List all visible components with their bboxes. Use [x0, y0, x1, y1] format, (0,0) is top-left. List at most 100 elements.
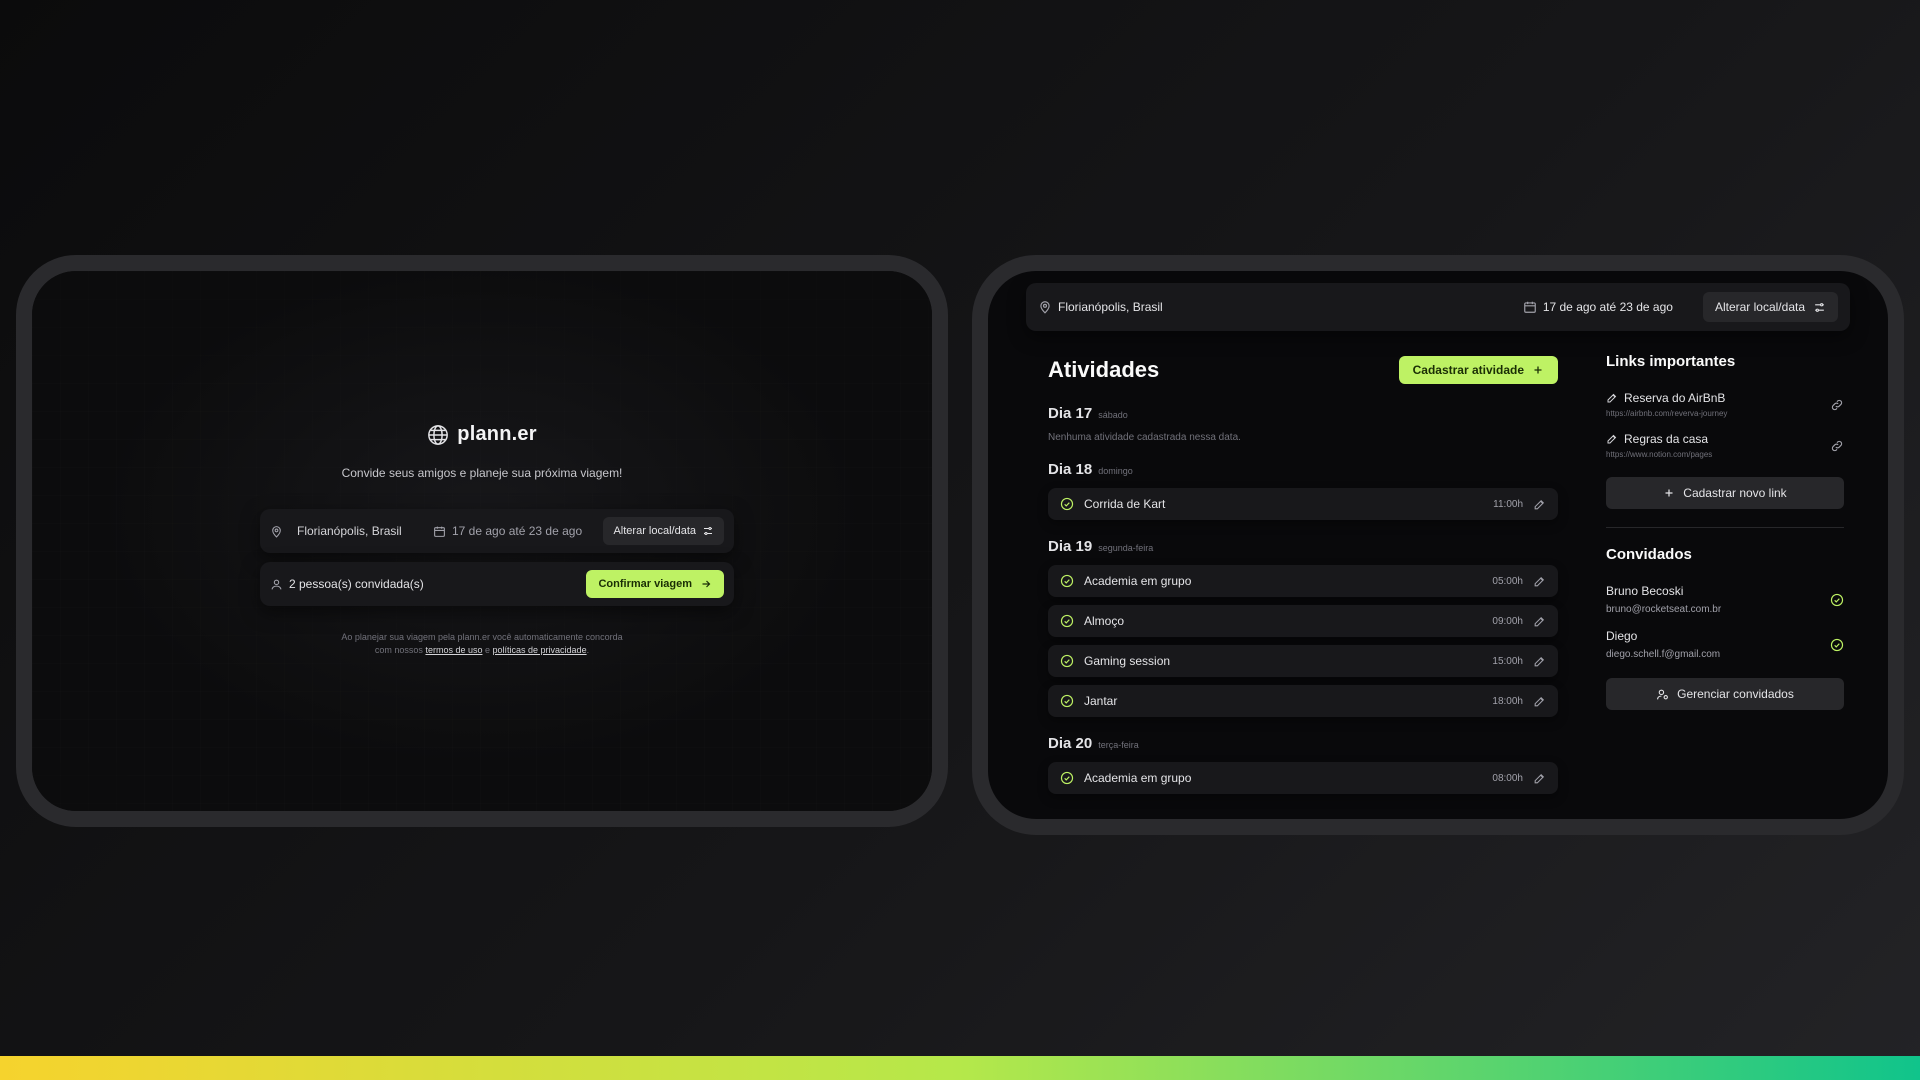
days-list: Dia 17 sábado Nenhuma atividade cadastrada… — [1048, 405, 1558, 794]
terms-notice: Ao planejar sua viagem pela plann.er voc… — [32, 631, 932, 657]
day-weekday: segunda-feira — [1098, 543, 1154, 553]
guests-count: 2 pessoa(s) convidada(s) — [289, 577, 424, 591]
activity-item[interactable]: Academia em grupo 05:00h — [1048, 565, 1558, 597]
destination-field[interactable]: Florianópolis, Brasil — [270, 524, 423, 538]
day-weekday: sábado — [1098, 410, 1128, 420]
add-link-label: Cadastrar novo link — [1683, 486, 1787, 500]
day-title: Dia 20 — [1048, 735, 1093, 752]
home-screen: plann.er Convide seus amigos e planeje s… — [32, 271, 932, 811]
guest-email: bruno@rocketseat.com.br — [1606, 604, 1722, 615]
day-group: Dia 18 domingo Corrida de Kart 11:00h — [1048, 461, 1558, 520]
link-url[interactable]: https://airbnb.com/reverva-journey — [1606, 409, 1727, 418]
destination-form: Florianópolis, Brasil 17 de ago até 23 d… — [260, 509, 734, 553]
pencil-icon[interactable] — [1533, 498, 1546, 511]
guest-text: Bruno Becoski bruno@rocketseat.com.br — [1606, 584, 1721, 615]
user-icon — [270, 578, 283, 591]
day-header: Dia 20 terça-feira — [1048, 735, 1558, 752]
pencil-icon[interactable] — [1533, 615, 1546, 628]
dates-value: 17 de ago até 23 de ago — [452, 524, 583, 538]
pencil-icon[interactable] — [1533, 575, 1546, 588]
link-icon[interactable] — [1830, 439, 1844, 453]
activity-item[interactable]: Gaming session 15:00h — [1048, 645, 1558, 677]
day-title: Dia 17 — [1048, 405, 1093, 422]
pencil-icon — [1606, 392, 1618, 404]
trip-sidebar: Links importantes Reserva do AirBnB https… — [1606, 353, 1844, 710]
change-location-date-button[interactable]: Alterar local/data — [603, 517, 724, 545]
activity-time: 18:00h — [1492, 695, 1523, 707]
user-cog-icon — [1656, 688, 1669, 701]
check-circle-icon — [1060, 497, 1074, 511]
calendar-icon — [433, 525, 446, 538]
guests-list: Bruno Becoski bruno@rocketseat.com.br Dieg… — [1606, 584, 1844, 660]
empty-day-note: Nenhuma atividade cadastrada nessa data. — [1048, 432, 1241, 443]
check-circle-icon — [1060, 574, 1074, 588]
activity-time: 11:00h — [1493, 498, 1523, 510]
link-item: Reserva do AirBnB https://airbnb.com/reve… — [1606, 391, 1844, 418]
day-header: Dia 18 domingo — [1048, 461, 1558, 478]
trip-change-location-date-button[interactable]: Alterar local/data — [1702, 292, 1838, 322]
plus-icon — [1532, 364, 1544, 376]
calendar-icon — [1523, 300, 1537, 314]
guest-item: Bruno Becoski bruno@rocketseat.com.br — [1606, 584, 1844, 615]
activity-name: Academia em grupo — [1084, 574, 1192, 588]
pencil-icon[interactable] — [1533, 772, 1546, 785]
map-pin-icon — [270, 525, 283, 538]
guests-field[interactable]: 2 pessoa(s) convidada(s) — [270, 577, 586, 591]
check-circle-icon — [1060, 614, 1074, 628]
terms-line-1: Ao planejar sua viagem pela plann.er voc… — [341, 632, 623, 642]
activity-item[interactable]: Academia em grupo 08:00h — [1048, 762, 1558, 794]
trip-destination-value: Florianópolis, Brasil — [1058, 300, 1163, 314]
check-circle-icon — [1060, 694, 1074, 708]
activity-time: 08:00h — [1492, 772, 1523, 784]
link-icon[interactable] — [1830, 398, 1844, 412]
add-activity-button[interactable]: Cadastrar atividade — [1398, 356, 1558, 384]
trip-dates-value: 17 de ago até 23 de ago — [1542, 300, 1673, 314]
destination-value: Florianópolis, Brasil — [297, 524, 402, 538]
change-button-label: Alterar local/data — [613, 525, 696, 537]
day-header: Dia 19 segunda-feira — [1048, 538, 1558, 555]
confirm-trip-button[interactable]: Confirmar viagem — [586, 570, 724, 598]
link-title: Regras da casa — [1624, 432, 1709, 446]
tagline: Convide seus amigos e planeje sua próxim… — [341, 466, 623, 480]
add-link-button[interactable]: Cadastrar novo link — [1606, 477, 1844, 509]
terms-end: . — [586, 645, 590, 655]
link-title-row: Regras da casa — [1606, 432, 1712, 446]
pencil-icon[interactable] — [1533, 655, 1546, 668]
check-circle-icon — [1060, 654, 1074, 668]
manage-guests-button[interactable]: Gerenciar convidados — [1606, 678, 1844, 710]
day-weekday: domingo — [1098, 466, 1133, 476]
links-title: Links importantes — [1606, 353, 1736, 370]
links-list: Reserva do AirBnB https://airbnb.com/reve… — [1606, 391, 1844, 459]
link-title: Reserva do AirBnB — [1624, 391, 1726, 405]
link-url[interactable]: https://www.notion.com/pages — [1606, 450, 1712, 459]
pencil-icon — [1606, 433, 1618, 445]
pencil-icon[interactable] — [1533, 695, 1546, 708]
settings-sliders-icon — [1813, 301, 1826, 314]
privacy-policy-link[interactable]: políticas de privacidade — [493, 645, 587, 655]
sidebar-divider — [1606, 527, 1844, 528]
trip-destination: Florianópolis, Brasil — [1038, 300, 1163, 314]
manage-guests-label: Gerenciar convidados — [1677, 687, 1794, 701]
guests-form: 2 pessoa(s) convidada(s) Confirmar viage… — [260, 562, 734, 606]
link-text: Regras da casa https://www.notion.com/pag… — [1606, 432, 1712, 459]
activity-item[interactable]: Corrida de Kart 11:00h — [1048, 488, 1558, 520]
activity-item[interactable]: Almoço 09:00h — [1048, 605, 1558, 637]
activities-section: Atividades Cadastrar atividade Dia 17 sáb… — [1048, 353, 1558, 794]
day-weekday: terça-feira — [1098, 740, 1139, 750]
activity-item[interactable]: Jantar 18:00h — [1048, 685, 1558, 717]
add-activity-label: Cadastrar atividade — [1412, 363, 1524, 377]
device-frame-trip: Florianópolis, Brasil 17 de ago até 23 d… — [972, 255, 1904, 835]
terms-of-use-link[interactable]: termos de uso — [425, 645, 482, 655]
activity-name: Almoço — [1084, 614, 1125, 628]
guest-name: Bruno Becoski — [1606, 584, 1684, 598]
logo: plann.er — [32, 423, 932, 446]
activities-header: Atividades Cadastrar atividade — [1048, 353, 1558, 387]
guest-item: Diego diego.schell.f@gmail.com — [1606, 629, 1844, 660]
activity-time: 15:00h — [1492, 655, 1523, 667]
terms-line-2: com nossos termos de uso e políticas de … — [32, 644, 932, 657]
check-circle-icon — [1830, 638, 1844, 652]
link-text: Reserva do AirBnB https://airbnb.com/reve… — [1606, 391, 1727, 418]
confirm-button-label: Confirmar viagem — [598, 578, 692, 590]
terms-and: e — [484, 645, 490, 655]
dates-field[interactable]: 17 de ago até 23 de ago — [433, 524, 582, 538]
